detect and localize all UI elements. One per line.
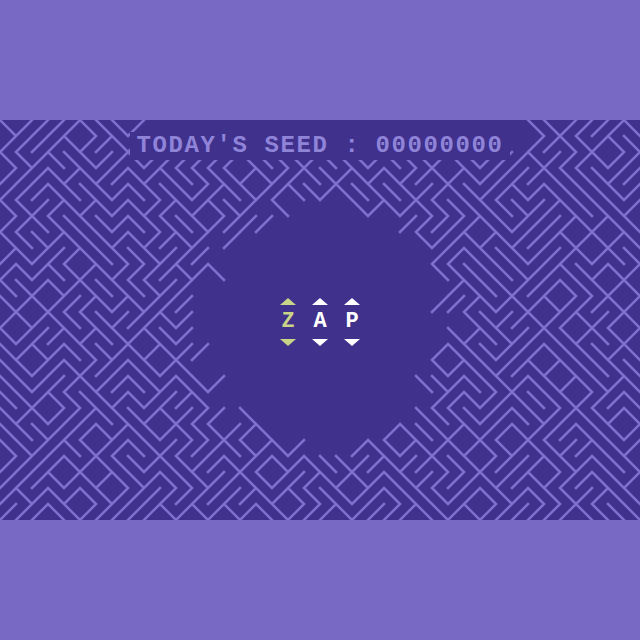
seed-label: TODAY'S SEED :: [136, 134, 360, 158]
letter: P: [345, 311, 358, 333]
down-arrow-icon[interactable]: [344, 339, 360, 346]
play-area: TODAY'S SEED : 00000000 ZAP: [0, 120, 640, 520]
letter-slot[interactable]: P: [343, 298, 361, 346]
down-arrow-icon[interactable]: [312, 339, 328, 346]
game-screen: TODAY'S SEED : 00000000 ZAP: [0, 0, 640, 640]
bottom-border: [0, 520, 640, 640]
letter-slot[interactable]: Z: [279, 298, 297, 346]
seed-title: TODAY'S SEED : 00000000: [130, 132, 509, 160]
letter-slot[interactable]: A: [311, 298, 329, 346]
letter-picker: ZAP: [279, 298, 361, 346]
up-arrow-icon[interactable]: [280, 298, 296, 305]
letter: Z: [281, 311, 294, 333]
up-arrow-icon[interactable]: [312, 298, 328, 305]
down-arrow-icon[interactable]: [280, 339, 296, 346]
up-arrow-icon[interactable]: [344, 298, 360, 305]
top-border: [0, 0, 640, 120]
seed-value: 00000000: [376, 134, 504, 158]
letter: A: [313, 311, 326, 333]
